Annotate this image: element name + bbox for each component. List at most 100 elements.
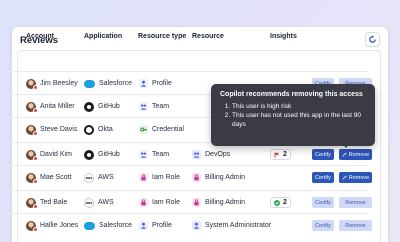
github-logo-icon xyxy=(84,149,94,160)
insight-badge[interactable]: 2 xyxy=(270,197,291,208)
risk-dot xyxy=(33,84,38,90)
avatar xyxy=(26,197,38,209)
resource-type-label: Iam Role xyxy=(152,174,181,181)
remove-label: Remove xyxy=(348,151,370,158)
resource-name: DevOps xyxy=(205,151,231,158)
resource-icon xyxy=(192,221,201,230)
certify-button[interactable]: Certify xyxy=(312,220,334,231)
application-name: Salesforce xyxy=(99,222,133,229)
column-header-resource: Resource xyxy=(192,33,224,40)
avatar xyxy=(26,220,38,232)
resource-name: Billing Admin xyxy=(205,174,246,181)
insight-cell: 2 xyxy=(270,143,291,166)
aws-logo-icon: aws xyxy=(84,197,94,208)
account-cell: David Kim xyxy=(26,143,72,166)
resource-icon xyxy=(192,198,201,207)
copilot-tooltip: Copilot recommends removing this access … xyxy=(211,84,375,146)
team-icon xyxy=(139,150,148,159)
account-cell: Jim Beesley xyxy=(26,72,78,95)
resource-icon xyxy=(192,150,201,159)
application-cell: aws AWS xyxy=(84,191,114,214)
wand-icon xyxy=(342,152,347,157)
application-name: Okta xyxy=(98,126,113,133)
avatar xyxy=(26,78,38,90)
account-cell: Anita Miller xyxy=(26,95,75,118)
account-name: Steve Davis xyxy=(40,126,78,133)
team-icon xyxy=(139,102,148,111)
application-name: AWS xyxy=(98,199,114,206)
column-header-application: Application xyxy=(84,33,123,40)
resource-type-label: Iam Role xyxy=(152,199,181,206)
certify-button[interactable]: Certify xyxy=(312,149,334,160)
profile-icon xyxy=(139,79,148,88)
tooltip-item: This user has not used this app in the l… xyxy=(232,111,366,129)
risk-dot xyxy=(33,130,38,136)
resource-name: System Administrator xyxy=(205,222,272,229)
remove-label: Remove xyxy=(348,174,370,181)
resource-type-cell: Team xyxy=(139,143,169,166)
account-name: Anita Miller xyxy=(40,103,75,110)
application-cell: aws AWS xyxy=(84,166,114,189)
resource-type-label: Team xyxy=(152,151,170,158)
certify-button[interactable]: Certify xyxy=(312,197,334,208)
application-cell: GitHub xyxy=(84,95,120,118)
actions-cell: Certify Remove xyxy=(312,214,372,237)
resource-cell: System Administrator xyxy=(192,214,271,237)
remove-button[interactable]: Remove xyxy=(339,197,372,208)
github-logo-icon xyxy=(84,101,94,112)
account-name: Ted Bale xyxy=(40,199,68,206)
actions-cell: Certify Remove xyxy=(312,191,372,214)
resource-type-cell: Iam Role xyxy=(139,166,180,189)
iam-role-icon xyxy=(139,198,148,207)
okta-logo-icon xyxy=(84,124,94,135)
account-cell: Steve Davis xyxy=(26,118,77,141)
application-name: GitHub xyxy=(98,151,120,158)
resource-type-cell: Iam Role xyxy=(139,191,180,214)
resource-type-label: Profile xyxy=(152,222,172,229)
application-cell: Salesforce xyxy=(84,72,132,95)
account-name: Mae Scott xyxy=(40,174,72,181)
account-cell: Ted Bale xyxy=(26,191,67,214)
insight-count: 2 xyxy=(283,199,287,206)
risk-dot xyxy=(33,155,38,161)
remove-button[interactable]: Remove xyxy=(339,220,372,231)
resource-cell: Billing Admin xyxy=(192,191,245,214)
application-cell: Salesforce xyxy=(84,214,132,237)
salesforce-logo-icon xyxy=(84,79,95,88)
avatar xyxy=(26,124,38,136)
remove-button[interactable]: Remove xyxy=(339,172,372,183)
actions-cell: Certify Remove xyxy=(312,166,372,189)
application-cell: GitHub xyxy=(84,143,120,166)
column-header-account: Account xyxy=(26,33,54,40)
application-cell: Okta xyxy=(84,118,113,141)
application-name: AWS xyxy=(98,174,114,181)
table-row: Ted Bale aws AWS Iam Role Billing Admin 2 Cert… xyxy=(6,190,372,214)
account-cell: Mae Scott xyxy=(26,166,72,189)
resource-name: Billing Admin xyxy=(205,199,246,206)
risk-dot xyxy=(33,107,38,113)
tooltip-item: This user is high risk xyxy=(232,102,366,111)
certify-button[interactable]: Certify xyxy=(312,172,334,183)
resource-type-label: Credential xyxy=(152,126,184,133)
account-name: Jim Beesley xyxy=(40,80,78,87)
account-cell: Hallie Jones xyxy=(26,214,78,237)
avatar xyxy=(26,101,38,113)
insight-cell: 2 xyxy=(270,191,291,214)
column-header-resource-type: Resource type xyxy=(138,33,187,40)
tooltip-list: This user is high risk This user has not… xyxy=(220,102,366,129)
resource-type-cell: Profile xyxy=(139,214,172,237)
resource-cell: Billing Admin xyxy=(192,166,245,189)
salesforce-logo-icon xyxy=(84,221,95,230)
insight-badge[interactable]: 2 xyxy=(270,149,291,160)
column-header-insights: Insights xyxy=(270,33,297,40)
remove-button[interactable]: Remove xyxy=(339,149,372,160)
avatar xyxy=(26,149,38,161)
account-name: David Kim xyxy=(40,151,72,158)
tooltip-arrow xyxy=(341,142,351,148)
resource-icon xyxy=(192,173,201,182)
application-name: GitHub xyxy=(98,103,120,110)
table-row: Hallie Jones Salesforce Profile System Admi… xyxy=(6,213,372,237)
resource-type-cell: Profile xyxy=(139,72,172,95)
refresh-button[interactable] xyxy=(365,32,380,47)
resource-type-cell: Team xyxy=(139,95,169,118)
